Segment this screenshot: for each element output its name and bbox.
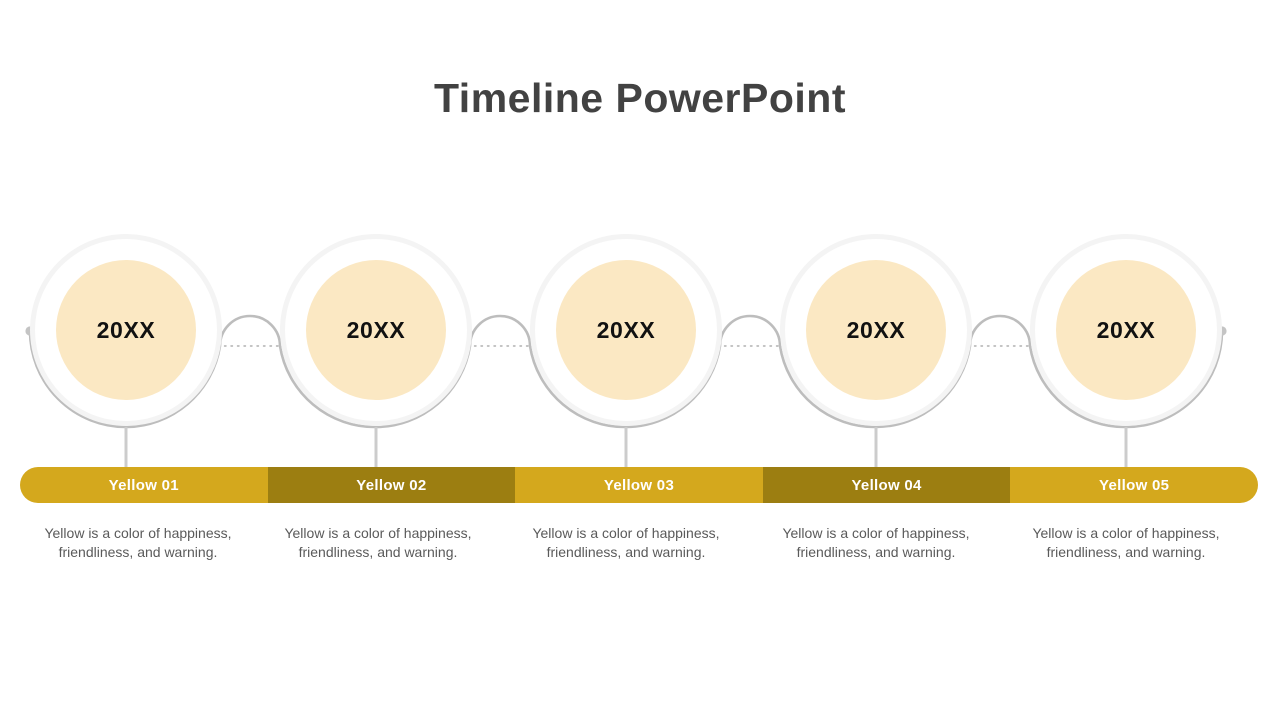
description-1: Yellow is a color of happiness, friendli… (44, 525, 232, 560)
stem-group (124, 427, 1128, 467)
timeline-node-3[interactable]: 20XX (530, 234, 722, 426)
bar-segment-2[interactable]: Yellow 02 (267, 467, 516, 503)
description-3: Yellow is a color of happiness, friendli… (532, 525, 720, 560)
node-year-label: 20XX (96, 316, 156, 343)
bar-segment-5[interactable]: Yellow 05 (1010, 467, 1258, 503)
timeline-node-2[interactable]: 20XX (280, 234, 472, 426)
timeline-node-4[interactable]: 20XX (780, 234, 972, 426)
bar-segment-3[interactable]: Yellow 03 (515, 467, 763, 503)
description-5: Yellow is a color of happiness, friendli… (1032, 525, 1220, 560)
bar-segment-4[interactable]: Yellow 04 (762, 467, 1011, 503)
node-year-label: 20XX (346, 316, 406, 343)
node-year-label: 20XX (846, 316, 906, 343)
node-year-label: 20XX (1096, 316, 1156, 343)
node-year-label: 20XX (596, 316, 656, 343)
page-title: Timeline PowerPoint (434, 75, 846, 121)
bar-segment-1[interactable]: Yellow 01 (20, 467, 268, 503)
slide-canvas: Timeline PowerPoint 20XX 20XX 20XX 20XX … (0, 0, 1280, 720)
description-2: Yellow is a color of happiness, friendli… (284, 525, 472, 560)
timeline-node-1[interactable]: 20XX (30, 234, 222, 426)
timeline-node-5[interactable]: 20XX (1030, 234, 1222, 426)
timeline-label-bar: Yellow 01 Yellow 02 Yellow 03 Yellow 04 … (20, 467, 1258, 503)
description-4: Yellow is a color of happiness, friendli… (782, 525, 970, 560)
